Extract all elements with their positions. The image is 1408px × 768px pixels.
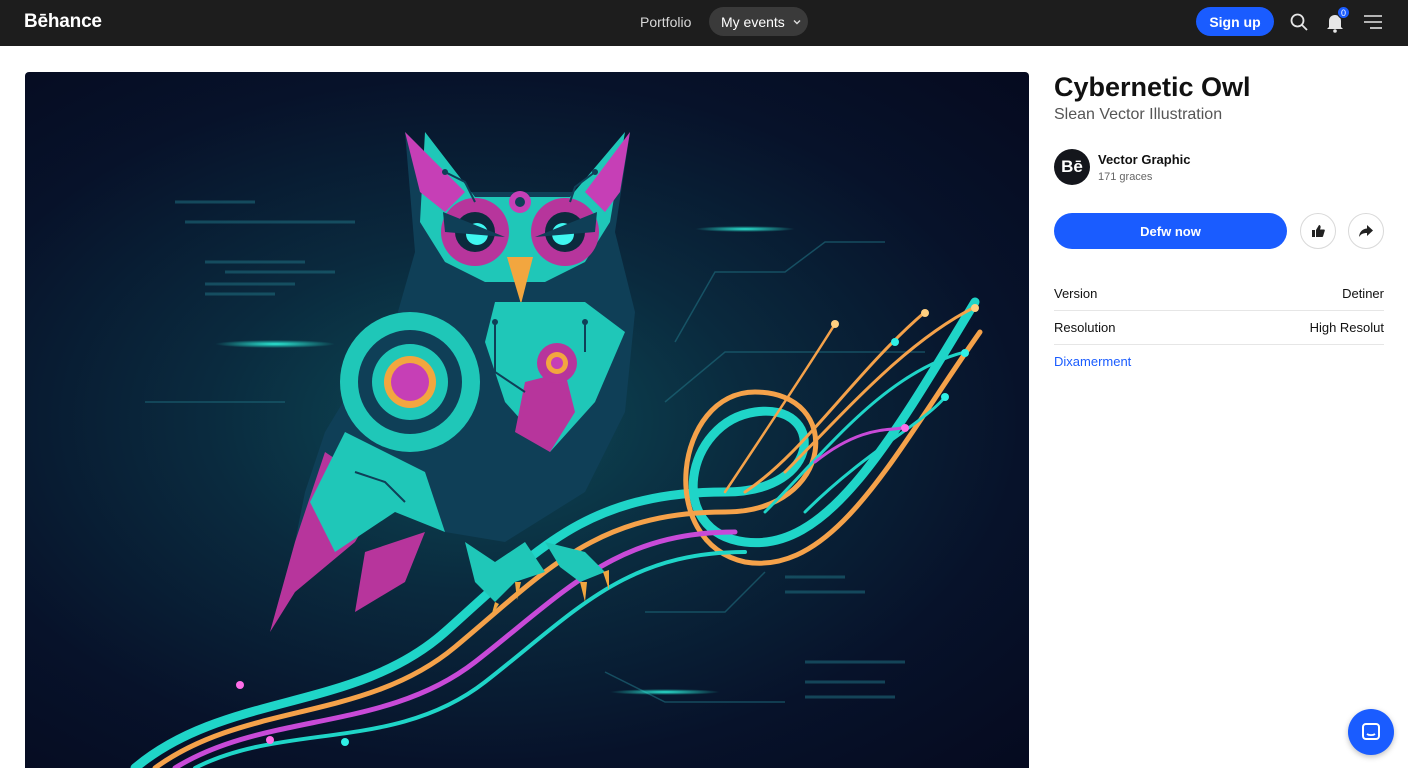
project-subtitle: Slean Vector Illustration (1054, 106, 1223, 123)
chevron-down-icon (793, 19, 801, 24)
detail-value: Detiner (1342, 286, 1384, 301)
nav-portfolio-link[interactable]: Portfolio (640, 14, 691, 30)
top-navbar: Bēhance Portfolio My events Sign up 0 (0, 0, 1408, 46)
project-artwork[interactable] (25, 72, 1029, 768)
author-meta: 171 graces (1098, 171, 1153, 183)
behance-logo[interactable]: Bēhance (24, 11, 102, 33)
sign-up-button[interactable]: Sign up (1196, 7, 1274, 36)
search-icon[interactable] (1288, 11, 1310, 33)
hamburger-menu-icon[interactable] (1362, 11, 1384, 33)
detail-value: High Resolut (1309, 320, 1384, 335)
chat-icon (1362, 723, 1380, 740)
author-avatar[interactable]: Bē (1054, 149, 1090, 185)
chat-button[interactable] (1348, 709, 1394, 755)
thumbs-up-icon (1312, 225, 1325, 237)
author-name[interactable]: Vector Graphic (1098, 152, 1190, 167)
project-title: Cybernetic Owl (1054, 72, 1251, 102)
share-button[interactable] (1348, 213, 1384, 249)
my-events-dropdown[interactable]: My events (709, 7, 808, 36)
divider (1054, 344, 1384, 345)
appreciate-button[interactable] (1300, 213, 1336, 249)
my-events-label: My events (721, 13, 785, 30)
share-arrow-icon (1359, 225, 1373, 237)
detail-key: Resolution (1054, 320, 1116, 335)
primary-action-button[interactable]: Defw now (1054, 213, 1287, 249)
detail-key: Version (1054, 286, 1098, 301)
owl-illustration (130, 132, 983, 768)
notification-badge: 0 (1337, 6, 1350, 19)
details-link[interactable]: Dixamerment (1054, 354, 1131, 369)
detail-row-version: Version Detiner (1054, 276, 1384, 310)
detail-row-resolution: Resolution High Resolut (1054, 310, 1384, 344)
